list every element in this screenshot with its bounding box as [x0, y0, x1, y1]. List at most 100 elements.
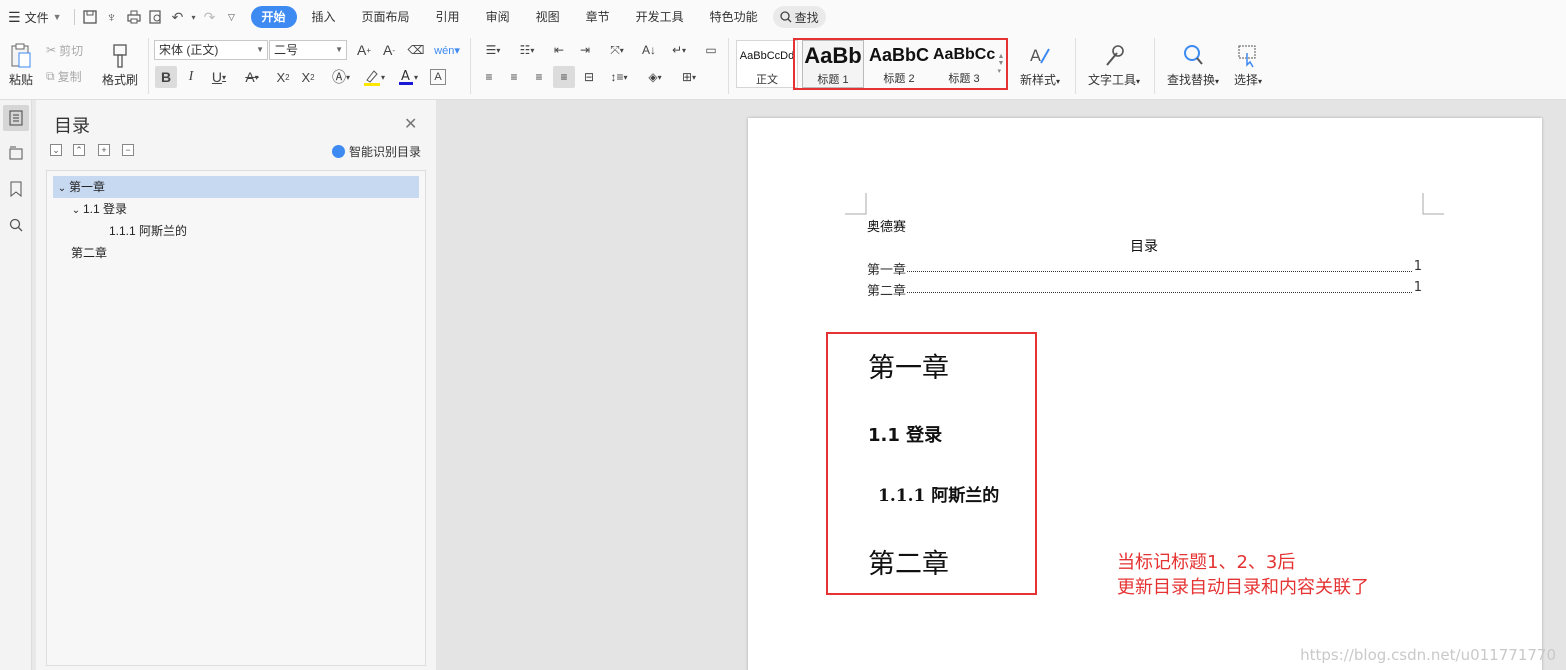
grow-font-icon[interactable]: A + — [353, 40, 375, 60]
strikethrough-button[interactable]: A ▾ — [238, 66, 266, 88]
redo-icon[interactable]: ↷ — [199, 6, 221, 28]
margin-corner-mark — [845, 193, 867, 215]
remove-entry-icon[interactable]: − — [122, 144, 134, 156]
bold-button[interactable]: B — [155, 66, 177, 88]
search-icon — [779, 11, 792, 23]
justify-icon[interactable]: ≡ — [553, 66, 575, 88]
shrink-font-icon[interactable]: A- — [378, 40, 400, 60]
font-color-button[interactable]: A ▾ — [394, 66, 422, 88]
group-divider — [470, 38, 471, 94]
file-menu[interactable]: ☰ 文件 ▼ — [0, 4, 70, 30]
group-divider — [148, 38, 149, 94]
chinese-layout-icon[interactable]: ⤧ ▾ — [602, 40, 632, 60]
print-preview-icon[interactable] — [145, 6, 167, 28]
line-spacing-icon[interactable]: ↕≡ ▾ — [604, 66, 634, 88]
copy-button[interactable]: ⧉ 复制 — [46, 66, 82, 86]
search-command-label: 查找 — [794, 10, 819, 25]
tree-item-section-1-1-1[interactable]: 1.1.1 阿斯兰的 — [109, 220, 419, 242]
align-center-icon[interactable]: ≡ — [503, 66, 525, 88]
headings-highlight-frame — [826, 332, 1037, 595]
font-size-select[interactable]: 二号 ▼ — [269, 40, 347, 60]
text-effect-button[interactable]: Ⓐ ▾ — [327, 66, 355, 88]
decrease-indent-icon[interactable]: ⇤ — [548, 40, 570, 60]
document-page[interactable]: 奥德赛 目录 第一章 1 第二章 1 第一章 1.1 登录 1.1.1 阿斯兰的… — [748, 118, 1542, 670]
toc-entry-page: 1 — [1413, 280, 1422, 295]
save-icon[interactable] — [79, 6, 101, 28]
search-command[interactable]: 查找 — [772, 6, 826, 28]
bullet-list-icon[interactable]: ☰ ▾ — [478, 40, 508, 60]
borders-icon[interactable]: ⊞ ▾ — [674, 66, 704, 88]
font-name-select[interactable]: 宋体 (正文) ▼ — [154, 40, 268, 60]
toc-panel-icon[interactable] — [3, 105, 29, 131]
chevron-down-icon: ▼ — [335, 45, 343, 54]
format-painter-button[interactable]: 格式刷 — [100, 38, 140, 92]
new-style-button[interactable]: A 新样式▾ — [1014, 38, 1066, 92]
tree-item-chapter-1[interactable]: ⌄ 第一章 — [53, 176, 419, 198]
brush-icon[interactable]: ♆ — [101, 6, 123, 28]
add-entry-icon[interactable]: + — [98, 144, 110, 156]
superscript-button[interactable]: X2 — [272, 66, 294, 88]
format-painter-label: 格式刷 — [101, 72, 138, 87]
shading-icon[interactable]: ◈ ▾ — [640, 66, 670, 88]
table-border-icon[interactable]: ▭ — [700, 40, 722, 60]
print-icon[interactable] — [123, 6, 145, 28]
tab-references[interactable]: 引用 — [425, 6, 471, 28]
align-left-icon[interactable]: ≡ — [478, 66, 500, 88]
tab-review[interactable]: 审阅 — [475, 6, 521, 28]
tab-page-layout[interactable]: 页面布局 — [351, 6, 421, 28]
search-icon[interactable] — [3, 212, 29, 238]
toc-entry[interactable]: 第一章 1 — [867, 259, 1422, 278]
wrench-icon — [1106, 44, 1124, 66]
tab-insert[interactable]: 插入 — [301, 6, 347, 28]
highlight-button[interactable]: ▾ — [360, 66, 388, 88]
smart-toc-button[interactable]: 智能识别目录 — [332, 143, 421, 160]
align-right-icon[interactable]: ≡ — [528, 66, 550, 88]
paste-label: 粘贴 — [8, 72, 33, 87]
show-marks-icon[interactable]: ↵ ▾ — [664, 40, 694, 60]
underline-button[interactable]: U ▾ — [205, 66, 233, 88]
toc-entry[interactable]: 第二章 1 — [867, 280, 1422, 299]
subscript-button[interactable]: X2 — [297, 66, 319, 88]
find-replace-button[interactable]: 查找替换▾ — [1162, 38, 1224, 92]
group-divider — [1154, 38, 1155, 94]
select-label: 选择▾ — [1233, 72, 1263, 87]
italic-button[interactable]: I — [180, 66, 202, 88]
bookmark-icon[interactable] — [3, 176, 29, 202]
ribbon-home: 粘贴 ✂ 剪切 ⧉ 复制 格式刷 宋体 (正文) ▼ 二号 ▼ A + A- ⌫ wé… — [0, 34, 1566, 100]
chevron-down-icon: ▼ — [52, 12, 62, 22]
increase-indent-icon[interactable]: ⇥ — [574, 40, 596, 60]
tab-home[interactable]: 开始 — [250, 6, 297, 28]
svg-text:A: A — [1030, 46, 1041, 65]
numbered-list-icon[interactable]: ☷ ▾ — [512, 40, 542, 60]
tab-developer[interactable]: 开发工具 — [625, 6, 695, 28]
expand-all-icon[interactable]: ⌄ — [50, 144, 62, 156]
tab-features[interactable]: 特色功能 — [699, 6, 769, 28]
chapter-nav-icon[interactable] — [3, 140, 29, 166]
tree-item-chapter-2[interactable]: 第二章 — [71, 242, 419, 264]
undo-dropdown-icon[interactable]: ▾ — [189, 6, 199, 28]
font-size-value: 二号 — [274, 43, 299, 57]
collapse-all-icon[interactable]: ⌃ — [73, 144, 85, 156]
style-normal[interactable]: AaBbCcDd 正文 — [736, 40, 798, 88]
text-tools-button[interactable]: 文字工具▾ — [1084, 38, 1144, 92]
close-icon[interactable]: ✕ — [404, 114, 417, 134]
text-tools-label: 文字工具▾ — [1087, 72, 1141, 87]
clear-format-icon[interactable]: ⌫ — [405, 40, 427, 60]
distributed-align-icon[interactable]: ⊟ — [578, 66, 600, 88]
sort-icon[interactable]: A↓ — [638, 40, 660, 60]
paste-button[interactable]: 粘贴 — [4, 38, 38, 92]
tab-section[interactable]: 章节 — [575, 6, 621, 28]
customize-toolbar-icon[interactable]: ▽ — [221, 6, 243, 28]
magnifier-icon — [1184, 44, 1203, 65]
cut-button[interactable]: ✂ 剪切 — [46, 40, 83, 60]
select-button[interactable]: 选择▾ — [1228, 38, 1268, 92]
undo-icon[interactable]: ↶ — [167, 6, 189, 28]
chevron-down-icon: ⌄ — [71, 205, 81, 216]
font-color-icon: A — [398, 69, 413, 85]
nav-panel-title: 目录 — [54, 116, 90, 136]
tree-item-section-1-1[interactable]: ⌄ 1.1 登录 — [69, 198, 419, 220]
phonetic-guide-icon[interactable]: wén▾ — [432, 40, 462, 60]
tab-view[interactable]: 视图 — [525, 6, 571, 28]
chevron-down-icon: ▼ — [256, 45, 264, 54]
char-border-icon[interactable]: A — [430, 69, 446, 85]
